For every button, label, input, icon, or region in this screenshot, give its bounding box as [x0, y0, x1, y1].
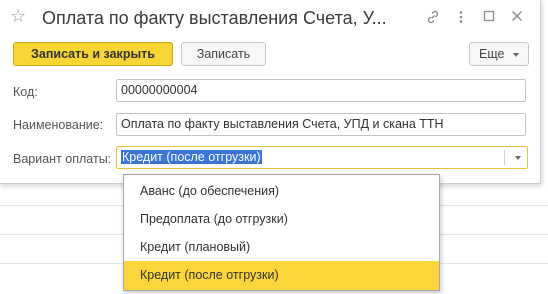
dropdown-option-advance[interactable]: Аванс (до обеспечения): [124, 177, 439, 206]
maximize-icon[interactable]: [478, 6, 500, 28]
item-form-window: ☆ Оплата по факту выставления Счета, У..…: [0, 0, 541, 184]
save-and-close-button[interactable]: Записать и закрыть: [13, 42, 173, 66]
payment-option-label: Вариант оплаты:: [13, 152, 112, 166]
name-field[interactable]: Оплата по факту выставления Счета, УПД и…: [116, 113, 526, 136]
chevron-down-icon: [512, 52, 519, 57]
dropdown-option-credit-after-shipment[interactable]: Кредит (после отгрузки): [124, 261, 439, 290]
code-field[interactable]: 00000000004: [116, 79, 526, 102]
payment-option-dropdown: Аванс (до обеспечения) Предоплата (до от…: [123, 174, 440, 291]
payment-option-select[interactable]: Кредит (после отгрузки): [116, 146, 528, 169]
name-label: Наименование:: [13, 118, 104, 132]
more-button[interactable]: Еще: [469, 42, 529, 66]
payment-option-value: Кредит (после отгрузки): [121, 150, 262, 164]
link-icon[interactable]: [422, 6, 444, 28]
select-divider: [504, 150, 505, 165]
window-title: Оплата по факту выставления Счета, У...: [42, 8, 387, 28]
title-bar: ☆ Оплата по факту выставления Счета, У..…: [0, 0, 540, 36]
more-dots-icon[interactable]: [450, 6, 472, 28]
close-icon[interactable]: [506, 6, 528, 28]
dropdown-option-prepayment[interactable]: Предоплата (до отгрузки): [124, 205, 439, 234]
code-label: Код:: [13, 85, 38, 99]
more-button-label: Еще: [479, 47, 505, 61]
save-button[interactable]: Записать: [181, 42, 266, 66]
chevron-down-icon[interactable]: [515, 156, 521, 160]
dropdown-option-credit-planned[interactable]: Кредит (плановый): [124, 233, 439, 262]
star-icon[interactable]: ☆: [10, 6, 26, 26]
